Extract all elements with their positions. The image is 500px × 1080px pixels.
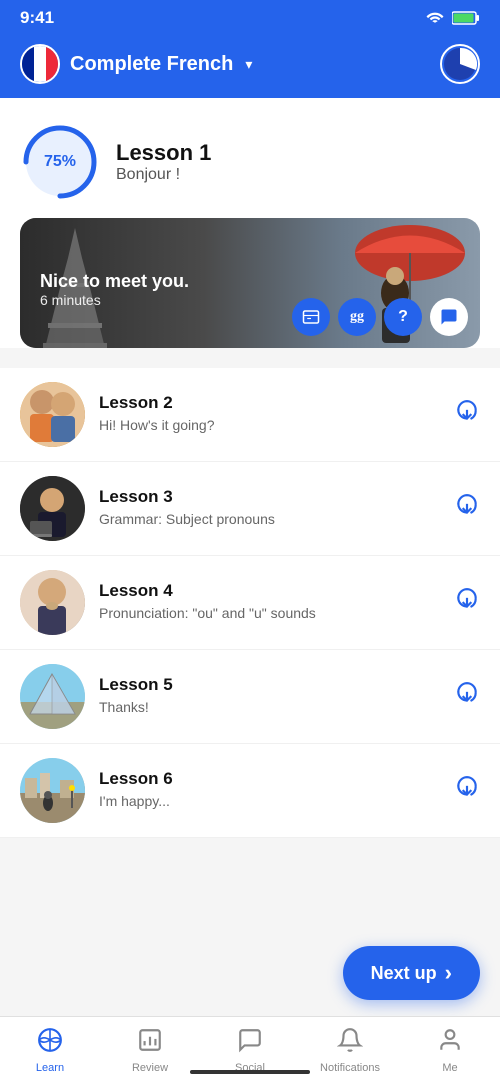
lesson-item[interactable]: Lesson 2 Hi! How's it going? xyxy=(0,368,500,462)
status-time: 9:41 xyxy=(20,8,54,28)
lesson-list: Lesson 2 Hi! How's it going? xyxy=(0,368,500,838)
lesson5-desc: Thanks! xyxy=(99,698,440,718)
flag-red xyxy=(46,46,58,82)
vocabulary-icon[interactable]: gg xyxy=(338,298,376,336)
lesson4-download[interactable] xyxy=(454,587,480,619)
user-avatar[interactable] xyxy=(440,44,480,84)
lesson1-title: Lesson 1 xyxy=(116,140,211,166)
lesson4-desc: Pronunciation: "ou" and "u" sounds xyxy=(99,604,440,624)
review-label: Review xyxy=(132,1062,168,1074)
course-title: Complete French xyxy=(70,53,233,76)
next-up-arrow: › xyxy=(445,960,452,986)
lesson-item[interactable]: Lesson 6 I'm happy... xyxy=(0,744,500,838)
lesson6-thumbnail xyxy=(20,758,85,823)
lesson4-thumbnail xyxy=(20,570,85,635)
quiz-icon[interactable]: ? xyxy=(384,298,422,336)
next-up-label: Next up xyxy=(371,963,437,984)
progress-percentage: 75% xyxy=(44,153,76,171)
notifications-icon xyxy=(337,1027,363,1058)
nav-social[interactable]: Social xyxy=(200,1027,300,1074)
review-icon xyxy=(137,1027,163,1058)
banner-text: Nice to meet you. 6 minutes xyxy=(40,271,189,308)
status-bar: 9:41 xyxy=(0,0,500,34)
lesson-item[interactable]: Lesson 3 Grammar: Subject pronouns xyxy=(0,462,500,556)
flashcard-icon[interactable] xyxy=(292,298,330,336)
chat-icon[interactable] xyxy=(430,298,468,336)
battery-icon xyxy=(452,11,480,25)
lesson3-title: Lesson 3 xyxy=(99,487,440,507)
nav-learn[interactable]: Learn xyxy=(0,1027,100,1074)
main-content: 75% Lesson 1 Bonjour ! xyxy=(0,98,500,958)
lesson6-title: Lesson 6 xyxy=(99,769,440,789)
home-indicator xyxy=(190,1070,310,1074)
lesson3-download[interactable] xyxy=(454,493,480,525)
header-left: Complete French ▾ xyxy=(20,44,252,84)
french-flag xyxy=(20,44,60,84)
lesson3-desc: Grammar: Subject pronouns xyxy=(99,510,440,530)
lesson4-info: Lesson 4 Pronunciation: "ou" and "u" sou… xyxy=(99,581,440,624)
banner-action-icons: gg ? xyxy=(292,298,468,336)
lesson2-download[interactable] xyxy=(454,399,480,431)
lesson2-title: Lesson 2 xyxy=(99,393,440,413)
lesson1-subtitle: Bonjour ! xyxy=(116,166,211,184)
me-icon xyxy=(437,1027,463,1058)
lesson3-info: Lesson 3 Grammar: Subject pronouns xyxy=(99,487,440,530)
lesson-item[interactable]: Lesson 5 Thanks! xyxy=(0,650,500,744)
lesson1-info: Lesson 1 Bonjour ! xyxy=(116,140,211,184)
social-icon xyxy=(237,1027,263,1058)
flag-white xyxy=(34,46,46,82)
learn-label: Learn xyxy=(36,1062,64,1074)
nav-review[interactable]: Review xyxy=(100,1027,200,1074)
lesson4-title: Lesson 4 xyxy=(99,581,440,601)
lesson6-desc: I'm happy... xyxy=(99,792,440,812)
progress-circle: 75% xyxy=(20,122,100,202)
next-up-button[interactable]: Next up › xyxy=(343,946,480,1000)
lesson2-desc: Hi! How's it going? xyxy=(99,416,440,436)
notifications-label: Notifications xyxy=(320,1062,380,1074)
lesson6-download[interactable] xyxy=(454,775,480,807)
lesson6-info: Lesson 6 I'm happy... xyxy=(99,769,440,812)
banner-heading: Nice to meet you. xyxy=(40,271,189,292)
nav-notifications[interactable]: Notifications xyxy=(300,1027,400,1074)
dropdown-chevron[interactable]: ▾ xyxy=(245,56,252,73)
flag-blue xyxy=(22,46,34,82)
lesson5-title: Lesson 5 xyxy=(99,675,440,695)
lesson1-section: 75% Lesson 1 Bonjour ! xyxy=(0,98,500,348)
me-label: Me xyxy=(442,1062,457,1074)
lesson2-thumbnail xyxy=(20,382,85,447)
banner-duration: 6 minutes xyxy=(40,292,189,308)
lesson5-thumbnail xyxy=(20,664,85,729)
lesson3-thumbnail xyxy=(20,476,85,541)
status-icons xyxy=(426,9,480,28)
lesson-item[interactable]: Lesson 4 Pronunciation: "ou" and "u" sou… xyxy=(0,556,500,650)
learn-icon xyxy=(37,1027,63,1058)
nav-me[interactable]: Me xyxy=(400,1027,500,1074)
lesson2-info: Lesson 2 Hi! How's it going? xyxy=(99,393,440,436)
lesson-banner[interactable]: Nice to meet you. 6 minutes gg ? xyxy=(20,218,480,348)
lesson5-download[interactable] xyxy=(454,681,480,713)
lesson5-info: Lesson 5 Thanks! xyxy=(99,675,440,718)
wifi-icon xyxy=(426,9,444,28)
app-header: Complete French ▾ xyxy=(0,34,500,98)
